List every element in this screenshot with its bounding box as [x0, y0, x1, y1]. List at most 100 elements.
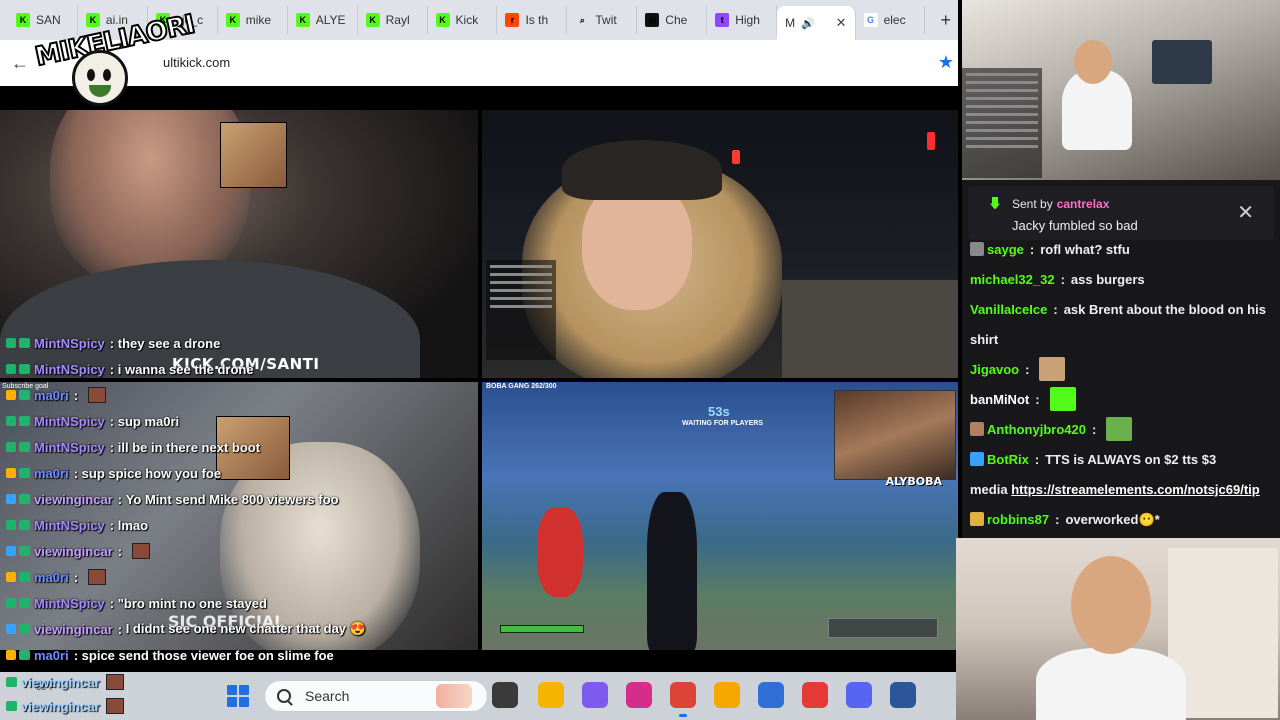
task-view-icon[interactable] — [492, 682, 518, 708]
sound-icon[interactable]: 🔊 — [801, 17, 815, 30]
overlay-chat-line: ma0ri: sup spice how you foe — [0, 460, 470, 486]
overlay-chat-line: viewingincar: — [0, 538, 470, 564]
chat-username: viewingincar — [21, 674, 100, 690]
chat-badge-icon — [6, 416, 16, 426]
chat-message: Anthonyjbro420: — [970, 415, 1274, 445]
discord-icon[interactable] — [846, 682, 872, 708]
tip-link[interactable]: https://streamelements.com/notsjc69/tip — [1011, 482, 1260, 497]
chat-badge-icon — [6, 572, 16, 582]
kick-badge-icon — [19, 442, 30, 452]
tab-label: mike — [245, 13, 272, 27]
kick-badge-icon — [19, 572, 30, 582]
bookmark-star-icon[interactable]: ★ — [938, 52, 954, 73]
browser-tab[interactable]: Kmike — [218, 5, 288, 35]
pinned-message: Sent by cantrelax Jacky fumbled so bad ✕ — [968, 186, 1274, 240]
url-text[interactable]: ultikick.com — [163, 55, 230, 70]
chat-username[interactable]: michael32_32 — [970, 272, 1055, 287]
stream-tile-top-right[interactable] — [482, 110, 958, 378]
overlay-chat-line: ma0ri: spice send those viewer foe on sl… — [0, 642, 470, 668]
sunny-app-icon[interactable] — [714, 682, 740, 708]
windows-taskbar: 68°F Search — [0, 672, 956, 720]
chat-username: viewingincar — [34, 491, 113, 507]
browser-tab[interactable]: t High — [707, 5, 778, 35]
chat-username[interactable]: sayge — [987, 242, 1024, 257]
kick-badge-icon — [19, 338, 30, 348]
browser-tab[interactable]: K Rayl — [358, 5, 428, 35]
chat-text: sup ma0ri — [117, 413, 180, 429]
overlay-chat-line: MintNSpicy: i wanna see the drone — [0, 356, 470, 382]
google-icon: G — [863, 13, 878, 27]
chat-separator: : — [1091, 422, 1097, 437]
file-explorer-icon[interactable] — [538, 682, 564, 708]
user-avatar-icon — [970, 422, 984, 436]
chat-separator: : — [109, 361, 118, 377]
mini-chat-overlay — [486, 260, 556, 360]
chat-emote — [105, 698, 124, 714]
chat-username: MintNSpicy — [34, 361, 105, 377]
kick-badge-icon — [19, 520, 30, 530]
chat-badge-icon — [6, 468, 16, 478]
chat-username[interactable]: VanillaIceIce — [970, 302, 1047, 317]
chat-emote — [87, 569, 106, 585]
chat-username: MintNSpicy — [34, 439, 105, 455]
chat-separator: : — [1035, 392, 1040, 407]
chat-username[interactable]: robbins87 — [987, 512, 1049, 527]
chat-text: they see a drone — [117, 335, 221, 351]
overlay-chat-line: MintNSpicy: sup ma0ri — [0, 408, 470, 434]
active-browser-tab[interactable]: M 🔊 ✕ — [777, 6, 856, 40]
kick-badge-icon — [19, 416, 30, 426]
stream-tile-bottom-right[interactable]: BOBA GANG 262/300 53s WAITING FOR PLAYER… — [482, 382, 958, 650]
chat-message: media https://streamelements.com/notsjc6… — [970, 475, 1274, 505]
chat-badge-icon — [6, 494, 16, 504]
chat-message: michael32_32: ass burgers — [970, 265, 1274, 295]
streamer-head — [1074, 40, 1112, 84]
road-surface — [782, 280, 958, 378]
record-app-icon[interactable] — [802, 682, 828, 708]
chat-separator: : — [1055, 512, 1060, 527]
chat-text: "bro mint no one stayed — [117, 595, 267, 611]
tab-favicon-icon: r — [505, 13, 520, 27]
browser-tab[interactable]: K ALYE — [288, 5, 358, 35]
close-icon[interactable]: ✕ — [1237, 200, 1254, 225]
chat-username: MintNSpicy — [34, 335, 105, 351]
streamer-head — [1071, 556, 1151, 654]
chat-badge-icon — [6, 650, 16, 660]
overlay-chat-line: viewingincar: Yo Mint send Mike 800 view… — [0, 486, 470, 512]
browser-tab[interactable]: ◎ Che — [637, 5, 708, 35]
chat-badge-icon — [6, 598, 16, 608]
sourcetree-icon[interactable] — [758, 682, 784, 708]
chrome-icon[interactable] — [670, 682, 696, 717]
chat-panel: Sent by cantrelax Jacky fumbled so bad ✕ … — [962, 180, 1280, 538]
browser-tab[interactable]: r Is th — [497, 5, 568, 35]
word-icon[interactable] — [890, 682, 916, 708]
chat-emote — [1039, 357, 1066, 381]
chat-username: MintNSpicy — [34, 413, 105, 429]
chat-username[interactable]: Anthonyjbro420 — [987, 422, 1086, 437]
overlay-chat-line: ma0ri: — [0, 382, 470, 408]
kick-badge-icon — [19, 650, 30, 660]
start-menu-icon[interactable] — [227, 685, 249, 707]
new-tab-button[interactable]: + — [933, 10, 958, 31]
copilot-icon[interactable] — [582, 682, 608, 708]
chat-separator: : — [1053, 302, 1058, 317]
chat-username: MintNSpicy — [34, 517, 105, 533]
chat-username: ma0ri — [34, 387, 69, 403]
picsart-icon[interactable] — [626, 682, 652, 708]
browser-tab[interactable]: K Kick — [428, 5, 498, 35]
pinned-sender[interactable]: cantrelax — [1057, 197, 1110, 211]
chat-username: ma0ri — [34, 465, 69, 481]
browser-tab[interactable]: Gelec — [856, 5, 926, 35]
chat-username[interactable]: banMiNot — [970, 392, 1029, 407]
street-light — [927, 132, 935, 150]
chat-separator: : — [73, 569, 82, 585]
chat-username[interactable]: BotRix — [987, 452, 1029, 467]
street-light — [732, 150, 740, 164]
sent-by-label: Sent by — [1012, 197, 1053, 211]
browser-tab[interactable]: ⌕ Twit — [567, 5, 638, 35]
chat-username[interactable]: Jigavoo — [970, 362, 1019, 377]
chat-text: media — [970, 482, 1008, 497]
chat-separator: : — [109, 595, 118, 611]
chat-text: overworked😶* — [1065, 512, 1160, 527]
close-tab-icon[interactable]: ✕ — [836, 15, 847, 31]
chat-badge-icon — [6, 338, 16, 348]
